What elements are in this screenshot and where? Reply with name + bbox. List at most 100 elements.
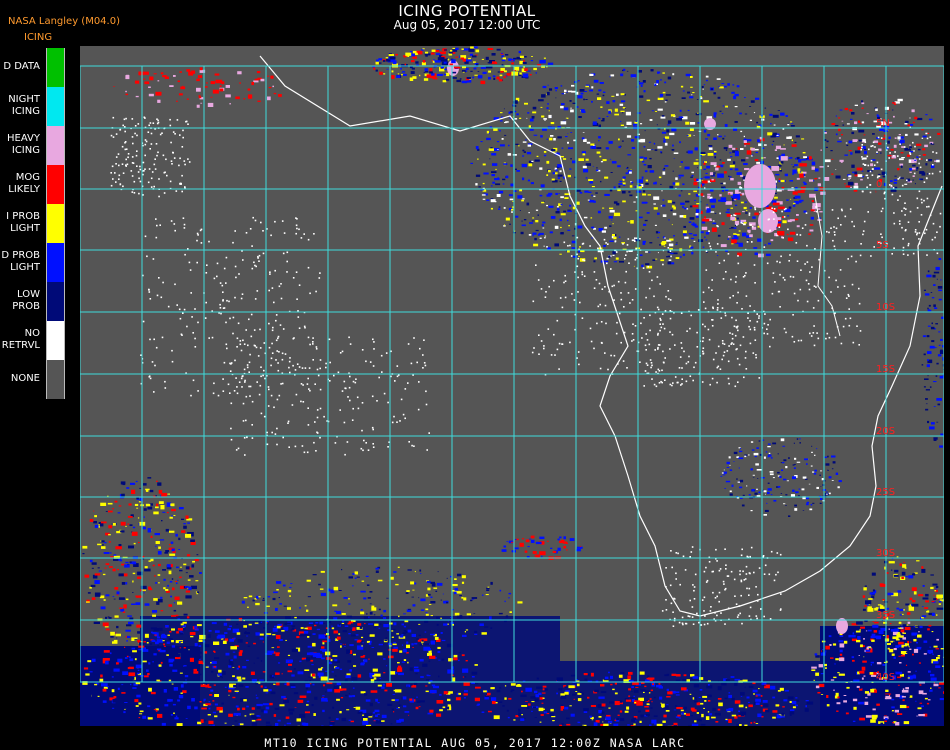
cloud-pixel: [541, 94, 546, 98]
cloud-pixel: [532, 232, 537, 235]
no-retrieval-pixel: [162, 154, 165, 157]
cloud-pixel: [547, 84, 549, 86]
cloud-pixel: [549, 137, 553, 141]
cloud-pixel: [937, 403, 941, 406]
no-retrieval-pixel: [270, 234, 272, 237]
cloud-pixel: [675, 716, 680, 718]
cloud-pixel: [834, 662, 837, 664]
cloud-pixel: [777, 231, 785, 236]
icing-map: 5N 0 5S 10S 15S 20S 25S 30S 35S 40S: [79, 46, 950, 738]
cloud-pixel: [411, 67, 415, 70]
cloud-pixel: [112, 698, 119, 703]
cloud-pixel: [139, 487, 142, 489]
cloud-pixel: [534, 237, 537, 241]
cloud-pixel: [440, 599, 443, 601]
cloud-pixel: [369, 603, 372, 605]
cloud-pixel: [795, 491, 799, 494]
cloud-pixel: [547, 103, 549, 105]
cloud-pixel: [819, 474, 821, 476]
cloud-pixel: [183, 563, 187, 566]
cloud-pixel: [221, 702, 224, 705]
cloud-pixel: [569, 168, 572, 170]
no-retrieval-pixel: [216, 262, 219, 265]
cloud-pixel: [371, 647, 375, 648]
cloud-pixel: [518, 712, 522, 717]
cloud-pixel: [767, 456, 770, 458]
cloud-pixel: [258, 596, 261, 598]
cloud-pixel: [561, 93, 565, 95]
cloud-pixel: [756, 447, 759, 449]
cloud-pixel: [863, 134, 866, 136]
cloud-pixel: [851, 164, 855, 168]
cloud-pixel: [733, 128, 738, 131]
cloud-pixel: [407, 608, 411, 610]
cloud-pixel: [470, 599, 473, 602]
cloud-pixel: [612, 688, 615, 691]
cloud-pixel: [909, 169, 912, 171]
cloud-pixel: [705, 79, 708, 82]
cloud-pixel: [325, 691, 327, 693]
cloud-pixel: [299, 607, 301, 609]
no-retrieval-pixel: [220, 312, 222, 315]
cloud-pixel: [543, 151, 547, 153]
cloud-pixel: [725, 480, 731, 483]
cloud-pixel: [267, 75, 270, 77]
cloud-pixel: [490, 627, 493, 629]
cloud-pixel: [742, 211, 745, 213]
cloud-pixel: [153, 709, 157, 711]
cloud-pixel: [114, 587, 119, 590]
cloud-pixel: [787, 219, 792, 223]
cloud-pixel: [251, 678, 257, 682]
cloud-pixel: [360, 662, 365, 664]
cloud-pixel: [611, 95, 615, 97]
cloud-pixel: [806, 497, 809, 500]
cloud-pixel: [424, 631, 427, 633]
cloud-pixel: [375, 567, 379, 570]
no-retrieval-pixel: [161, 336, 164, 339]
cloud-pixel: [522, 141, 527, 143]
cloud-pixel: [540, 106, 543, 108]
cloud-pixel: [225, 85, 230, 88]
cloud-pixel: [684, 236, 689, 239]
cloud-pixel: [893, 179, 898, 181]
cloud-pixel: [773, 499, 777, 502]
cloud-pixel: [814, 454, 816, 456]
cloud-pixel: [348, 621, 351, 624]
cloud-pixel: [496, 141, 500, 143]
cloud-pixel: [262, 599, 265, 601]
cloud-pixel: [392, 694, 396, 695]
cloud-pixel: [927, 420, 930, 424]
cloud-pixel: [897, 713, 903, 715]
cloud-pixel: [559, 170, 562, 173]
cloud-pixel: [869, 672, 874, 675]
cloud-pixel: [650, 689, 653, 692]
cloud-pixel: [827, 469, 829, 471]
cloud-pixel: [649, 724, 652, 727]
cloud-pixel: [409, 667, 413, 671]
cloud-pixel: [521, 690, 523, 693]
cloud-pixel: [108, 541, 111, 543]
cloud-pixel: [185, 533, 192, 538]
cloud-pixel: [693, 240, 696, 242]
cloud-pixel: [719, 194, 722, 197]
cloud-pixel: [348, 693, 350, 694]
cloud-pixel: [887, 643, 891, 645]
cloud-pixel: [526, 151, 532, 155]
cloud-pixel: [922, 154, 926, 156]
cloud-pixel: [488, 76, 491, 80]
cloud-pixel: [788, 206, 792, 209]
cloud-pixel: [414, 666, 419, 669]
cloud-pixel: [173, 709, 176, 712]
cloud-pixel: [210, 96, 213, 98]
cloud-pixel: [931, 631, 934, 633]
cloud-pixel: [602, 118, 605, 121]
cloud-pixel: [594, 257, 597, 260]
cloud-pixel: [83, 667, 89, 670]
cloud-pixel: [708, 145, 713, 147]
cloud-pixel: [128, 545, 134, 549]
cloud-pixel: [560, 695, 567, 699]
cloud-pixel: [745, 212, 748, 214]
cloud-pixel: [890, 180, 893, 183]
no-retrieval-pixel: [151, 171, 154, 173]
cloud-pixel: [902, 632, 906, 634]
